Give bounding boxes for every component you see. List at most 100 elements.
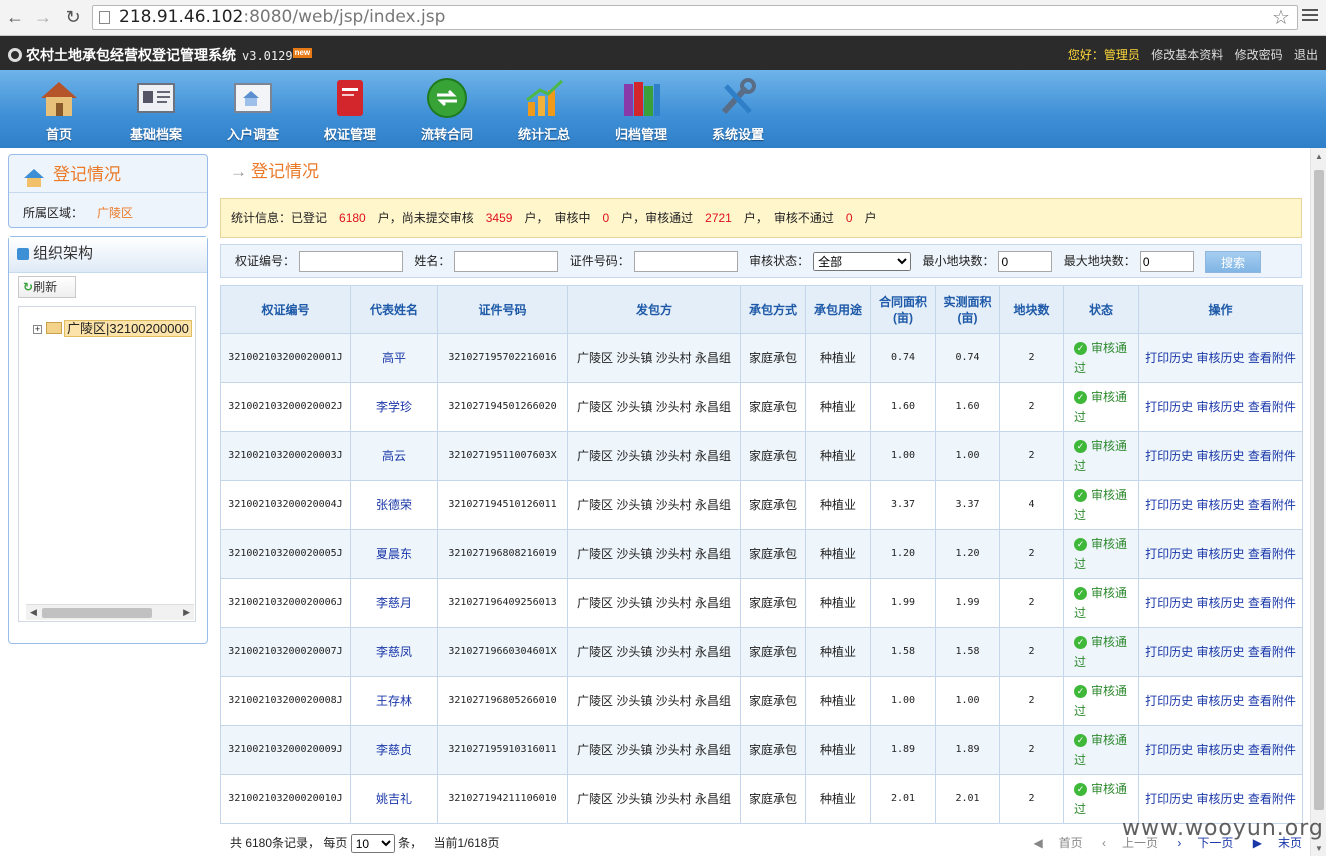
review-history-link[interactable]: 审核历史 — [1196, 596, 1244, 610]
review-history-link[interactable]: 审核历史 — [1196, 645, 1244, 659]
review-history-link[interactable]: 审核历史 — [1196, 351, 1244, 365]
toolbar-household-survey[interactable]: 入户调查 — [208, 76, 298, 143]
print-history-link[interactable]: 打印历史 — [1145, 449, 1193, 463]
print-history-link[interactable]: 打印历史 — [1145, 400, 1193, 414]
contract-mode-cell: 家庭承包 — [740, 627, 806, 677]
operations-cell: 打印历史 审核历史 查看附件 — [1138, 431, 1303, 481]
contract-area-cell: 1.60 — [870, 382, 936, 432]
back-arrow-icon[interactable]: ← — [4, 6, 26, 28]
scroll-right-icon[interactable]: ▶ — [183, 607, 190, 618]
user-menu: 您好：管理员 修改基本资料 修改密码 退出 — [1052, 46, 1318, 63]
change-password-link[interactable]: 修改密码 — [1235, 48, 1283, 62]
review-history-link[interactable]: 审核历史 — [1196, 792, 1244, 806]
review-history-link[interactable]: 审核历史 — [1196, 400, 1244, 414]
per-page-select[interactable]: 10 — [350, 834, 395, 854]
toolbar-statistics[interactable]: 统计汇总 — [499, 76, 589, 143]
toolbar-label: 归档管理 — [614, 127, 667, 142]
bookmark-star-icon[interactable]: ☆ — [1272, 5, 1290, 30]
scroll-left-icon[interactable]: ◀ — [30, 607, 37, 618]
review-history-link[interactable]: 审核历史 — [1196, 449, 1244, 463]
min-plots-input[interactable] — [998, 251, 1053, 273]
max-plots-input[interactable] — [1139, 251, 1194, 273]
toolbar-transfer-contract[interactable]: 流转合同 — [402, 76, 492, 143]
toolbar-system-settings[interactable]: 系统设置 — [693, 76, 783, 143]
reload-icon[interactable]: ↻ — [62, 6, 84, 28]
view-attachment-link[interactable]: 查看附件 — [1248, 792, 1296, 806]
table-body: 321002103200020001J 高平 321027195702216016 广… — [220, 333, 1303, 824]
browser-menu-icon[interactable] — [1302, 9, 1318, 24]
view-attachment-link[interactable]: 查看附件 — [1248, 743, 1296, 757]
tree-horizontal-scrollbar[interactable]: ◀ ▶ — [26, 604, 194, 620]
status-cell: ✓ 审核通过 — [1063, 382, 1139, 432]
review-history-link[interactable]: 审核历史 — [1196, 498, 1244, 512]
search-button[interactable]: 搜索 — [1205, 250, 1262, 273]
measured-area-cell: 1.89 — [935, 725, 1000, 775]
page-vertical-scrollbar[interactable]: ▲ ▼ — [1310, 148, 1326, 856]
measured-area-cell: 1.20 — [935, 529, 1000, 579]
view-attachment-link[interactable]: 查看附件 — [1248, 547, 1296, 561]
expand-plus-icon[interactable]: + — [33, 325, 42, 334]
org-tree: + 广陵区|32100200000 — [18, 306, 196, 622]
view-attachment-link[interactable]: 查看附件 — [1248, 645, 1296, 659]
print-history-link[interactable]: 打印历史 — [1145, 792, 1193, 806]
scroll-thumb[interactable] — [42, 608, 152, 618]
review-history-link[interactable]: 审核历史 — [1196, 743, 1244, 757]
print-history-link[interactable]: 打印历史 — [1145, 498, 1193, 512]
logout-link[interactable]: 退出 — [1294, 48, 1318, 62]
print-history-link[interactable]: 打印历史 — [1145, 645, 1193, 659]
view-attachment-link[interactable]: 查看附件 — [1248, 596, 1296, 610]
column-header: 发包方 — [567, 285, 741, 334]
main-content: → 登记情况 统计信息：已登记 6180 户，尚未提交审核 3459 户， 审核中 0 户，审… — [220, 154, 1303, 858]
rep-name-cell: 王存林 — [350, 676, 438, 726]
toolbar-basic-archives[interactable]: 基础档案 — [111, 76, 201, 143]
usage-cell: 种植业 — [805, 333, 871, 383]
table-row: 321002103200020008J 王存林 321027196805266010… — [220, 676, 1303, 726]
address-bar[interactable]: 218.91.46.102:8080/web/jsp/index.jsp — [92, 5, 1298, 30]
measured-area-cell: 1.00 — [935, 676, 1000, 726]
name-input[interactable] — [454, 251, 559, 273]
cert-number-label: 权证编号： — [235, 254, 296, 268]
plot-count-cell: 2 — [999, 627, 1064, 677]
scroll-up-icon[interactable]: ▲ — [1315, 152, 1323, 161]
first-page-button[interactable]: ◀ 首页 — [1033, 836, 1082, 850]
id-number-cell: 321027195702216016 — [437, 333, 568, 383]
view-attachment-link[interactable]: 查看附件 — [1248, 400, 1296, 414]
print-history-link[interactable]: 打印历史 — [1145, 596, 1193, 610]
operations-cell: 打印历史 审核历史 查看附件 — [1138, 333, 1303, 383]
print-history-link[interactable]: 打印历史 — [1145, 547, 1193, 561]
region-label: 所属区域： — [23, 206, 84, 220]
print-history-link[interactable]: 打印历史 — [1145, 694, 1193, 708]
view-attachment-link[interactable]: 查看附件 — [1248, 498, 1296, 512]
scroll-down-icon[interactable]: ▼ — [1315, 844, 1323, 853]
toolbar-home[interactable]: 首页 — [14, 76, 104, 143]
review-history-link[interactable]: 审核历史 — [1196, 694, 1244, 708]
print-history-link[interactable]: 打印历史 — [1145, 351, 1193, 365]
toolbar-certificate-mgmt[interactable]: 权证管理 — [305, 76, 395, 143]
tree-node-label[interactable]: 广陵区|32100200000 — [64, 320, 192, 337]
review-history-link[interactable]: 审核历史 — [1196, 547, 1244, 561]
toolbar-archive-mgmt[interactable]: 归档管理 — [596, 76, 686, 143]
refresh-button[interactable]: ↻刷新 — [18, 276, 76, 298]
status-select[interactable]: 全部 — [813, 252, 912, 272]
view-attachment-link[interactable]: 查看附件 — [1248, 449, 1296, 463]
cert-number-input[interactable] — [299, 251, 404, 273]
contract-mode-cell: 家庭承包 — [740, 333, 806, 383]
scroll-thumb[interactable] — [1314, 170, 1324, 810]
forward-arrow-icon[interactable]: → — [32, 6, 54, 28]
cert-number-cell: 321002103200020005J — [220, 529, 351, 579]
edit-profile-link[interactable]: 修改基本资料 — [1151, 48, 1223, 62]
view-attachment-link[interactable]: 查看附件 — [1248, 694, 1296, 708]
cert-number-cell: 321002103200020001J — [220, 333, 351, 383]
column-header: 承包用途 — [805, 285, 871, 334]
toolbar-label: 基础档案 — [129, 127, 182, 142]
usage-cell: 种植业 — [805, 480, 871, 530]
contract-mode-cell: 家庭承包 — [740, 480, 806, 530]
usage-cell: 种植业 — [805, 431, 871, 481]
stats-text: 户，审核通过 — [621, 211, 694, 225]
rep-name-cell: 张德荣 — [350, 480, 438, 530]
id-number-input[interactable] — [633, 251, 738, 273]
print-history-link[interactable]: 打印历史 — [1145, 743, 1193, 757]
tree-node[interactable]: + 广陵区|32100200000 — [33, 318, 192, 337]
view-attachment-link[interactable]: 查看附件 — [1248, 351, 1296, 365]
plot-count-cell: 2 — [999, 431, 1064, 481]
